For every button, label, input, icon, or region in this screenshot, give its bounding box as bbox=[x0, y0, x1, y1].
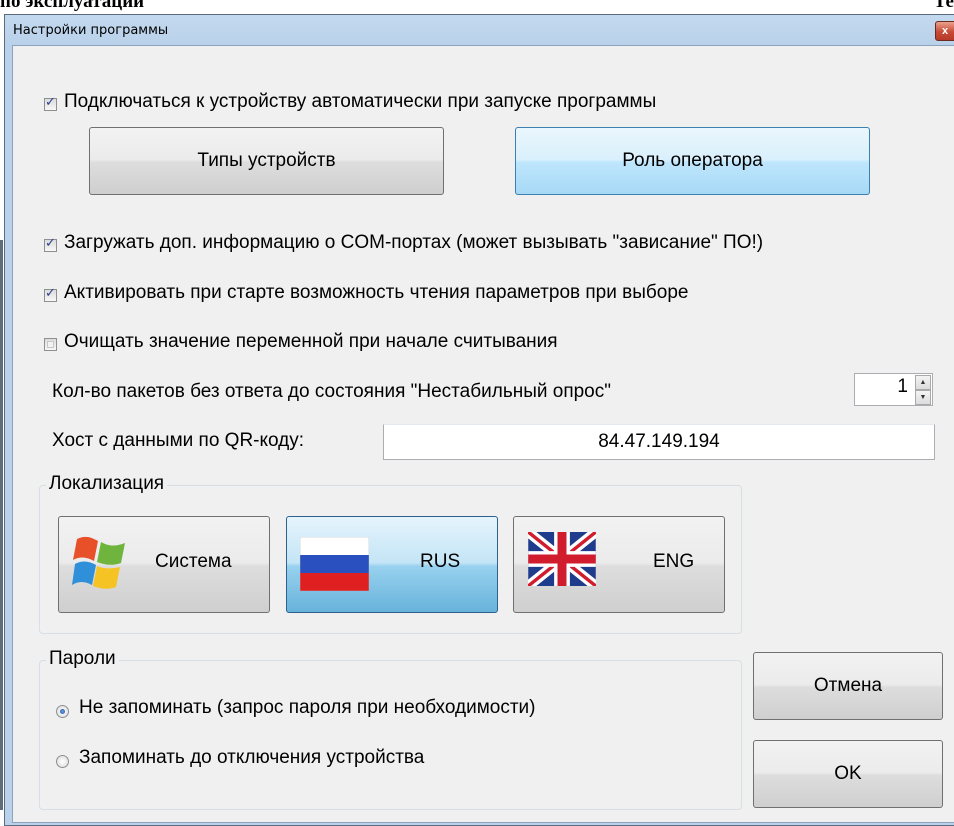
windows-logo-icon bbox=[72, 536, 125, 589]
load-com-info-label[interactable]: Загружать доп. информацию о COM-портах (… bbox=[64, 232, 763, 254]
window-title: Настройки программы bbox=[13, 23, 169, 38]
auto-connect-label[interactable]: Подключаться к устройству автоматически … bbox=[64, 91, 656, 113]
dialog-client-area: Подключаться к устройству автоматически … bbox=[12, 45, 954, 823]
operator-role-button[interactable]: Роль оператора bbox=[515, 127, 870, 195]
title-bar[interactable]: Настройки программы x bbox=[5, 15, 954, 45]
auto-connect-checkbox[interactable] bbox=[44, 95, 57, 111]
rus-language-label: RUS bbox=[420, 551, 461, 572]
load-com-info-checkbox[interactable] bbox=[44, 236, 57, 252]
settings-dialog: Настройки программы x Подключаться к уст… bbox=[4, 14, 954, 826]
localization-title: Локализация bbox=[46, 473, 168, 495]
system-language-button[interactable]: Система bbox=[58, 516, 270, 613]
rus-language-button[interactable]: RUS bbox=[286, 516, 498, 613]
clear-value-checkbox[interactable] bbox=[44, 338, 57, 351]
document-border-line bbox=[0, 240, 3, 810]
close-button[interactable]: x bbox=[935, 21, 954, 41]
cancel-button[interactable]: Отмена bbox=[753, 652, 943, 720]
activate-read-checkbox[interactable] bbox=[44, 286, 57, 302]
remember-label[interactable]: Запоминать до отключения устройства bbox=[79, 747, 424, 769]
spin-down-icon[interactable]: ▼ bbox=[915, 390, 931, 405]
spin-up-icon[interactable]: ▲ bbox=[915, 375, 931, 390]
no-remember-radio[interactable] bbox=[56, 705, 69, 718]
activate-read-label[interactable]: Активировать при старте возможность чтен… bbox=[64, 282, 688, 304]
packets-stepper[interactable]: 1 ▲ ▼ bbox=[854, 373, 933, 406]
device-types-button[interactable]: Типы устройств bbox=[89, 127, 444, 195]
clear-value-label[interactable]: Очищать значение переменной при начале с… bbox=[64, 331, 558, 353]
document-text-fragment-right: Те bbox=[933, 0, 954, 12]
no-remember-label[interactable]: Не запоминать (запрос пароля при необход… bbox=[79, 697, 535, 719]
russian-flag-icon bbox=[300, 537, 369, 591]
packets-label: Кол-во пакетов без ответа до состояния "… bbox=[52, 381, 611, 402]
ok-button[interactable]: OK bbox=[753, 740, 943, 808]
eng-language-button[interactable]: ENG bbox=[513, 516, 725, 613]
remember-radio[interactable] bbox=[56, 755, 69, 768]
passwords-group bbox=[39, 660, 742, 810]
uk-flag-icon bbox=[528, 532, 596, 586]
qr-host-label: Хост с данными по QR-коду: bbox=[52, 430, 305, 451]
eng-language-label: ENG bbox=[653, 551, 695, 572]
passwords-title: Пароли bbox=[46, 648, 119, 670]
packets-value[interactable]: 1 bbox=[897, 376, 908, 398]
system-language-label: Система bbox=[155, 551, 232, 572]
document-text-fragment: по эксплуатации bbox=[0, 0, 145, 12]
close-icon: x bbox=[942, 25, 949, 37]
qr-host-field[interactable]: 84.47.149.194 bbox=[383, 424, 935, 460]
